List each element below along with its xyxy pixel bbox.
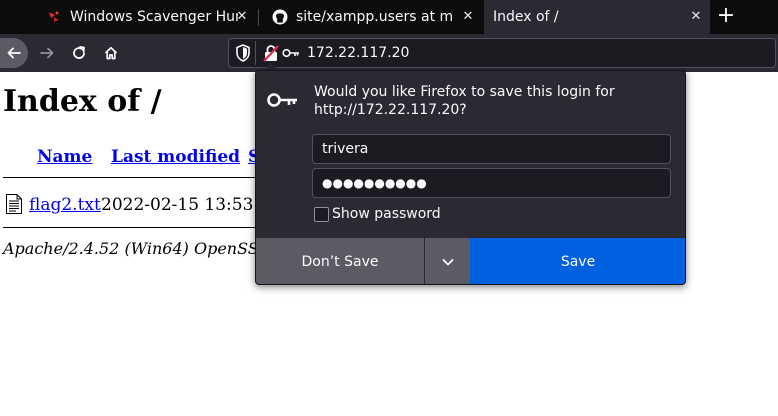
save-login-popup: Would you like Firefox to save this logi… xyxy=(255,70,686,285)
back-arrow-icon xyxy=(7,47,21,59)
header-divider xyxy=(3,177,263,178)
tab-separator xyxy=(258,9,259,26)
ctf-flag-icon xyxy=(49,11,59,22)
server-signature: Apache/2.4.52 (Win64) OpenSS xyxy=(3,239,259,258)
insecure-lock-icon[interactable] xyxy=(263,44,279,62)
key-icon xyxy=(267,93,297,107)
tab-windows-scavenger-hunt[interactable]: Windows Scavenger Hunt ✕ xyxy=(34,0,256,34)
file-last-modified: 2022-02-15 13:53 xyxy=(101,195,254,215)
home-button[interactable] xyxy=(96,38,126,68)
github-icon xyxy=(272,9,288,25)
reload-icon xyxy=(73,46,85,59)
tab-title: site/xampp.users at main xyxy=(296,9,452,25)
tab-close-icon[interactable]: ✕ xyxy=(460,9,476,25)
tab-close-icon[interactable]: ✕ xyxy=(688,9,704,25)
dont-save-button[interactable]: Don’t Save xyxy=(256,238,424,284)
tab-close-icon[interactable]: ✕ xyxy=(234,9,250,25)
home-icon xyxy=(104,46,118,60)
show-password-label[interactable]: Show password xyxy=(332,205,441,223)
file-link-flag2[interactable]: flag2.txt xyxy=(29,194,101,216)
more-options-button[interactable] xyxy=(425,238,470,284)
tab-index-of[interactable]: Index of / ✕ xyxy=(484,0,710,34)
tab-strip: Windows Scavenger Hunt ✕ site/xampp.user… xyxy=(0,0,778,34)
tab-github-xampp-users[interactable]: site/xampp.users at main ✕ xyxy=(260,0,482,34)
tab-title: Index of / xyxy=(493,9,559,25)
url-text[interactable]: 172.22.117.20 xyxy=(307,44,409,62)
password-field[interactable]: ●●●●●●●●●● xyxy=(312,168,671,198)
show-password-checkbox[interactable] xyxy=(314,207,329,222)
back-button[interactable] xyxy=(0,38,28,68)
chevron-down-icon xyxy=(442,258,453,265)
reload-button[interactable] xyxy=(64,38,94,68)
password-value: ●●●●●●●●●● xyxy=(322,176,427,190)
column-header-last-modified[interactable]: Last modified xyxy=(111,146,240,168)
forward-button[interactable] xyxy=(32,38,62,68)
save-login-message: Would you like Firefox to save this logi… xyxy=(314,84,615,118)
tracking-protection-shield-icon[interactable] xyxy=(234,43,252,63)
username-field[interactable]: trivera xyxy=(312,134,671,164)
tab-title: Windows Scavenger Hunt xyxy=(70,9,238,25)
save-button[interactable]: Save xyxy=(470,238,685,284)
column-header-name[interactable]: Name xyxy=(37,146,92,168)
new-tab-button[interactable]: + xyxy=(714,5,738,29)
saved-login-key-icon[interactable] xyxy=(282,46,300,60)
page-title: Index of / xyxy=(3,84,162,119)
footer-divider xyxy=(3,227,263,228)
text-file-icon xyxy=(6,194,22,214)
forward-arrow-icon xyxy=(40,47,54,59)
url-bar-divider xyxy=(255,41,256,65)
